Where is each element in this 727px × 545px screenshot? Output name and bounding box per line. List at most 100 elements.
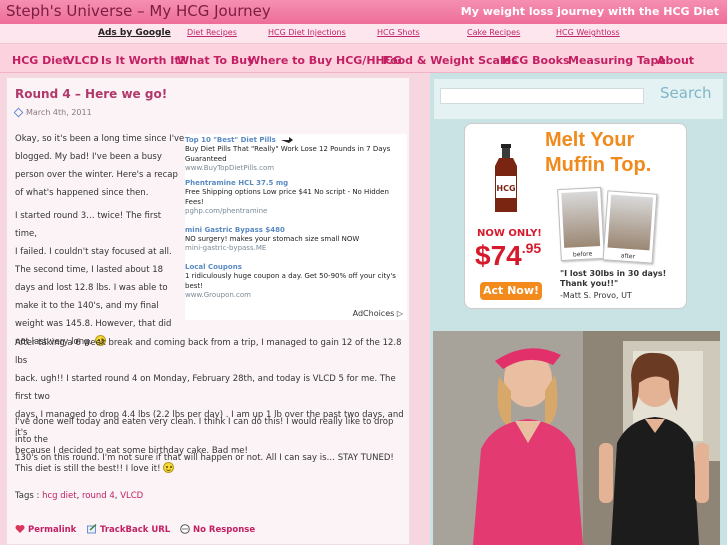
ad-title[interactable]: Top 10 "Best" Diet Pills: [185, 136, 407, 144]
ad-unit[interactable]: mini Gastric Bypass $480 NO surgery! mak…: [185, 226, 407, 252]
adchoices-label: AdChoices: [352, 309, 395, 318]
promo-headline-line: Muffin Top.: [545, 154, 652, 176]
post-tags: Tags : hcg diet, round 4, VLCD: [15, 491, 144, 501]
nav-hcg-diet[interactable]: HCG Diet: [12, 54, 68, 67]
price-cents: .95: [521, 240, 542, 256]
site-header: Steph's Universe – My HCG Journey My wei…: [0, 0, 727, 24]
promo-headline-line: Melt Your: [545, 129, 635, 151]
ad-link-diet-recipes[interactable]: Diet Recipes: [187, 28, 237, 37]
ads-by-google-link[interactable]: Ads by Google: [98, 28, 171, 38]
bottle-label: HCG: [496, 184, 515, 193]
no-response-link[interactable]: No Response: [180, 524, 255, 535]
post-paragraph-5: This diet is still the best!! I love it!: [15, 460, 411, 478]
search-button[interactable]: Search: [660, 84, 712, 102]
nav-about[interactable]: About: [657, 54, 694, 67]
ad-description: Free Shipping options Low price $41 No s…: [185, 188, 389, 206]
text-line: days and lost 12.8 lbs. I was able to: [15, 283, 168, 293]
sidebar: Search Melt Your Muffin Top. HCG NOW ONL…: [430, 73, 727, 545]
heart-icon: [15, 525, 25, 533]
post-title[interactable]: Round 4 – Here we go!: [15, 87, 167, 101]
act-now-button[interactable]: Act Now!: [480, 282, 542, 300]
ad-link-hcg-diet-injections[interactable]: HCG Diet Injections: [268, 28, 346, 37]
adchoices-link[interactable]: AdChoices ▷: [353, 309, 403, 318]
text-line: This diet is still the best!! I love it!: [15, 464, 161, 474]
ad-url[interactable]: www.BuyTopDietPills.com: [185, 164, 407, 172]
post-paragraph-2: I started round 3… twice! The first time…: [15, 207, 185, 351]
ad-unit[interactable]: Local Coupons 1 ridiculously huge coupon…: [185, 263, 407, 299]
smiley-icon: [163, 462, 175, 473]
after-photo: after: [602, 190, 658, 264]
calendar-icon: [13, 107, 24, 118]
search-input[interactable]: [440, 88, 644, 104]
before-caption: before: [572, 250, 593, 259]
text-line: I failed. I couldn't stay focused at all…: [15, 247, 172, 257]
after-caption: after: [620, 252, 636, 261]
before-photo: before: [557, 186, 605, 262]
nav-measuring-tape[interactable]: Measuring Tape: [568, 54, 666, 67]
text-line: After taking a 6 week break and coming b…: [15, 338, 402, 366]
site-tagline: My weight loss journey with the HCG Diet: [460, 5, 719, 18]
text-line: I've done well today and eaten very clea…: [15, 417, 394, 445]
no-response-label: No Response: [193, 525, 256, 535]
before-after-photo: [433, 331, 720, 545]
nav-food-weight-scales[interactable]: Food & Weight Scales: [383, 54, 518, 67]
ad-link-cake-recipes[interactable]: Cake Recipes: [467, 28, 520, 37]
main-nav: HCG Diet VLCD Is It Worth It? What To Bu…: [0, 45, 727, 73]
text-line: of what's happened since then.: [15, 188, 149, 198]
text-line: back. ugh!! I started round 4 on Monday,…: [15, 374, 396, 402]
ad-link-hcg-shots[interactable]: HCG Shots: [377, 28, 420, 37]
tag-hcg-diet[interactable]: hcg diet: [42, 491, 76, 501]
cursor-hand-icon: [281, 137, 293, 143]
ad-description: 1 ridiculously huge coupon a day. Get 50…: [185, 272, 396, 290]
hcg-bottle-image: HCG: [495, 144, 517, 212]
comment-icon: [180, 524, 190, 534]
promo-quote-author: -Matt S. Provo, UT: [560, 291, 632, 300]
post-date: March 4th, 2011: [13, 107, 92, 118]
after-photo-image: [607, 194, 654, 251]
tag-round-4[interactable]: round 4: [82, 491, 115, 501]
text-line: Okay, so it's been a long time since I'v…: [15, 134, 185, 144]
post-date-text: March 4th, 2011: [26, 108, 92, 117]
price-main: $74: [475, 240, 522, 271]
permalink-label: Permalink: [28, 525, 77, 535]
promo-price: $74.95: [475, 240, 541, 272]
ad-links-bar: Ads by Google Diet Recipes HCG Diet Inje…: [0, 24, 727, 44]
text-line: blogged. My bad! I've been a busy: [15, 152, 162, 162]
ad-title[interactable]: Local Coupons: [185, 263, 407, 271]
nav-hcg-books[interactable]: HCG Books: [502, 54, 570, 67]
site-title[interactable]: Steph's Universe – My HCG Journey: [6, 2, 271, 20]
promo-headline: Melt Your Muffin Top.: [545, 128, 651, 178]
ad-unit[interactable]: Phentramine HCL 37.5 mg Free Shipping op…: [185, 179, 407, 215]
google-ad-box: Top 10 "Best" Diet Pills Buy Diet Pills …: [185, 134, 407, 320]
text-line: weight was 145.8. However, that did: [15, 319, 172, 329]
text-line: make it to the 140's, and my final: [15, 301, 159, 311]
nav-is-it-worth-it[interactable]: Is It Worth It?: [101, 54, 186, 67]
nav-what-to-buy[interactable]: What To Buy: [177, 54, 254, 67]
hcg-promo-ad[interactable]: Melt Your Muffin Top. HCG NOW ONLY! $74.…: [464, 123, 687, 309]
permalink-link[interactable]: Permalink: [15, 524, 76, 535]
ad-url[interactable]: mini-gastric-bypass.ME: [185, 244, 407, 252]
post-container: Round 4 – Here we go! March 4th, 2011 Ok…: [6, 77, 410, 545]
ad-unit[interactable]: Top 10 "Best" Diet Pills Buy Diet Pills …: [185, 136, 407, 172]
promo-quote: "I lost 30lbs in 30 days! Thank you!!": [560, 269, 667, 288]
trackback-icon: [87, 524, 97, 534]
ad-url[interactable]: www.Groupon.com: [185, 291, 407, 299]
nav-where-to-buy[interactable]: Where to Buy HCG/HHCG: [248, 54, 402, 67]
before-photo-image: [561, 191, 601, 248]
tag-vlcd[interactable]: VLCD: [120, 491, 143, 501]
ad-url[interactable]: pghp.com/phentramine: [185, 207, 407, 215]
trackback-label: TrackBack URL: [100, 525, 171, 535]
text-line: I started round 3… twice! The first time…: [15, 211, 162, 239]
text-line: The second time, I lasted about 18: [15, 265, 164, 275]
ad-title[interactable]: Phentramine HCL 37.5 mg: [185, 179, 407, 187]
search-widget: Search: [434, 79, 723, 119]
text-line: person over the winter. Here's a recap: [15, 170, 178, 180]
promo-now-only: NOW ONLY!: [477, 228, 542, 239]
trackback-link[interactable]: TrackBack URL: [87, 524, 170, 535]
ad-link-hcg-weightloss[interactable]: HCG Weightloss: [556, 28, 620, 37]
ad-title[interactable]: mini Gastric Bypass $480: [185, 226, 407, 234]
post-paragraph-4: I've done well today and eaten very clea…: [15, 413, 411, 467]
tags-label: Tags :: [15, 491, 40, 501]
ad-description: NO surgery! makes your stomach size smal…: [185, 235, 360, 243]
nav-vlcd[interactable]: VLCD: [66, 54, 99, 67]
